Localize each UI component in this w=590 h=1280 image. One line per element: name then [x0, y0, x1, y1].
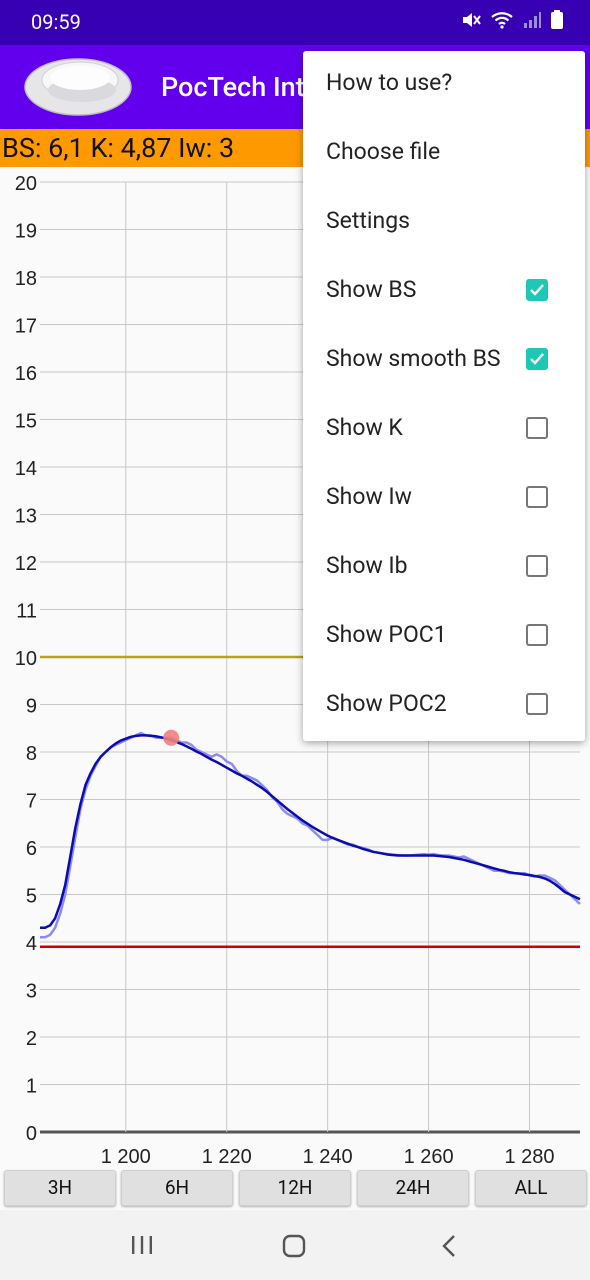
menu-item-label: How to use? — [326, 69, 453, 96]
menu-item-label: Show Ib — [326, 552, 408, 579]
battery-icon — [550, 10, 564, 34]
menu-item-show-poc2[interactable]: Show POC2 — [303, 672, 585, 741]
y-tick-label: 11 — [16, 601, 37, 623]
y-tick-label: 16 — [15, 363, 37, 385]
y-tick-label: 20 — [15, 173, 37, 195]
menu-item-choose-file[interactable]: Choose file — [303, 120, 585, 189]
show-poc1-checkbox[interactable] — [526, 624, 548, 646]
x-tick-label: 1 260 — [404, 1146, 454, 1168]
range-button-24h[interactable]: 24H — [357, 1170, 469, 1206]
x-tick-label: 1 280 — [505, 1146, 555, 1168]
y-tick-label: 19 — [15, 221, 37, 243]
recent-apps-icon[interactable] — [130, 1234, 154, 1260]
range-button-all[interactable]: ALL — [475, 1170, 587, 1206]
y-tick-label: 17 — [15, 316, 37, 338]
menu-item-label: Show smooth BS — [326, 345, 501, 372]
mute-icon — [460, 10, 482, 34]
y-tick-label: 4 — [26, 933, 37, 955]
show-poc2-checkbox[interactable] — [526, 693, 548, 715]
menu-item-label: Choose file — [326, 138, 441, 165]
y-tick-label: 15 — [15, 411, 37, 433]
y-tick-label: 18 — [15, 268, 37, 290]
status-time: 09:59 — [31, 10, 81, 34]
menu-item-show-bs[interactable]: Show BS — [303, 258, 585, 327]
home-icon[interactable] — [282, 1234, 308, 1262]
y-tick-label: 6 — [26, 838, 37, 860]
show-iw-checkbox[interactable] — [526, 486, 548, 508]
range-selector: 3H 6H 12H 24H ALL — [0, 1170, 590, 1208]
y-tick-label: 10 — [15, 648, 37, 670]
y-tick-label: 2 — [26, 1028, 37, 1050]
y-tick-label: 5 — [26, 886, 37, 908]
show-ib-checkbox[interactable] — [526, 555, 548, 577]
menu-item-label: Show POC2 — [326, 690, 447, 717]
overflow-menu: How to use? Choose file Settings Show BS… — [303, 51, 585, 741]
y-tick-label: 9 — [26, 696, 37, 718]
y-tick-label: 3 — [26, 981, 37, 1003]
menu-item-show-ib[interactable]: Show Ib — [303, 534, 585, 603]
show-bs-checkbox[interactable] — [526, 279, 548, 301]
menu-item-label: Settings — [326, 207, 410, 234]
y-tick-label: 12 — [15, 553, 37, 575]
system-nav-bar — [0, 1210, 590, 1280]
menu-item-settings[interactable]: Settings — [303, 189, 585, 258]
bs-raw-line — [40, 731, 581, 939]
menu-item-show-k[interactable]: Show K — [303, 396, 585, 465]
range-button-3h[interactable]: 3H — [4, 1170, 116, 1206]
menu-item-label: Show K — [326, 414, 403, 441]
menu-item-show-poc1[interactable]: Show POC1 — [303, 603, 585, 672]
x-tick-label: 1 240 — [303, 1146, 353, 1168]
menu-item-show-smooth-bs[interactable]: Show smooth BS — [303, 327, 585, 396]
device-logo-icon — [24, 54, 132, 120]
range-button-12h[interactable]: 12H — [239, 1170, 351, 1206]
y-tick-label: 13 — [15, 506, 37, 528]
status-bar: 09:59 — [0, 0, 590, 45]
menu-item-label: Show Iw — [326, 483, 412, 510]
signal-icon — [522, 10, 542, 34]
readings-text: BS: 6,1 K: 4,87 Iw: 3 — [2, 132, 235, 164]
y-tick-label: 7 — [26, 791, 37, 813]
range-button-6h[interactable]: 6H — [121, 1170, 233, 1206]
selected-point-marker — [163, 729, 180, 746]
y-tick-label: 8 — [26, 743, 37, 765]
y-tick-label: 14 — [15, 458, 37, 480]
x-tick-label: 1 220 — [202, 1146, 252, 1168]
show-k-checkbox[interactable] — [526, 417, 548, 439]
wifi-icon — [490, 10, 514, 34]
menu-item-show-iw[interactable]: Show Iw — [303, 465, 585, 534]
y-tick-label: 1 — [26, 1076, 37, 1098]
bs-smooth-line — [40, 734, 581, 930]
menu-item-label: Show POC1 — [326, 621, 447, 648]
menu-item-how-to-use[interactable]: How to use? — [303, 51, 585, 120]
show-smooth-bs-checkbox[interactable] — [526, 348, 548, 370]
back-icon[interactable] — [440, 1234, 458, 1262]
menu-item-label: Show BS — [326, 276, 417, 303]
x-tick-label: 1 200 — [101, 1146, 151, 1168]
y-tick-label: 0 — [26, 1123, 37, 1145]
